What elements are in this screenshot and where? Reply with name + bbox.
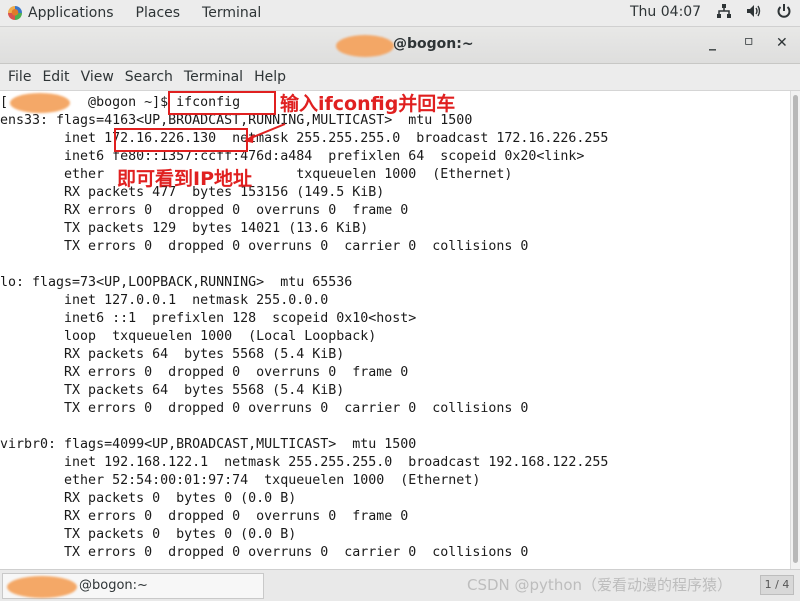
terminal-line: TX errors 0 dropped 0 overruns 0 carrier… bbox=[0, 401, 529, 416]
window-titlebar[interactable]: @bogon:~ _ ▫ ✕ bbox=[0, 27, 800, 64]
terminal-line: lo: flags=73<UP,LOOPBACK,RUNNING> mtu 65… bbox=[0, 275, 353, 290]
command-highlight-box bbox=[168, 91, 276, 115]
menu-help[interactable]: Help bbox=[254, 69, 286, 85]
terminal-line: ether txqueuelen 1000 (Ethernet) bbox=[0, 167, 513, 182]
redacted-username bbox=[336, 35, 394, 57]
applications-menu[interactable]: Applications bbox=[8, 5, 114, 21]
terminal-line: TX packets 64 bytes 5568 (5.4 KiB) bbox=[0, 383, 345, 398]
terminal-line: inet 192.168.122.1 netmask 255.255.255.0… bbox=[0, 455, 609, 470]
taskbar: @bogon:~ CSDN @python（爱看动漫的程序猿） 1 / 4 bbox=[0, 569, 800, 601]
applications-label: Applications bbox=[28, 5, 114, 21]
scrollbar-thumb[interactable] bbox=[793, 95, 798, 563]
volume-icon[interactable] bbox=[746, 3, 762, 19]
applications-icon bbox=[8, 6, 22, 20]
terminal-line: virbr0: flags=4099<UP,BROADCAST,MULTICAS… bbox=[0, 437, 417, 452]
terminal-line: TX packets 129 bytes 14021 (13.6 KiB) bbox=[0, 221, 369, 236]
clock[interactable]: Thu 04:07 bbox=[630, 4, 701, 20]
terminal-scrollbar[interactable] bbox=[790, 91, 800, 569]
redacted-task-user bbox=[7, 576, 77, 598]
close-button[interactable]: ✕ bbox=[776, 35, 788, 51]
command-annotation: 输入ifconfig并回车 bbox=[280, 93, 456, 115]
taskbar-item-label: @bogon:~ bbox=[79, 578, 148, 593]
menu-bar: File Edit View Search Terminal Help bbox=[0, 64, 800, 91]
watermark: CSDN @python（爱看动漫的程序猿） bbox=[467, 576, 733, 594]
power-icon[interactable] bbox=[776, 3, 792, 19]
menu-search[interactable]: Search bbox=[125, 69, 173, 85]
menu-view[interactable]: View bbox=[81, 69, 114, 85]
terminal-line: RX errors 0 dropped 0 overruns 0 frame 0 bbox=[0, 365, 409, 380]
terminal-line: RX errors 0 dropped 0 overruns 0 frame 0 bbox=[0, 509, 409, 524]
places-menu[interactable]: Places bbox=[136, 5, 181, 21]
terminal-line: RX packets 64 bytes 5568 (5.4 KiB) bbox=[0, 347, 345, 362]
terminal-line: RX packets 0 bytes 0 (0.0 B) bbox=[0, 491, 297, 506]
terminal-line: inet 127.0.0.1 netmask 255.0.0.0 bbox=[0, 293, 329, 308]
top-bar: Applications Places Terminal Thu 04:07 bbox=[0, 0, 800, 27]
terminal-menu[interactable]: Terminal bbox=[202, 5, 261, 21]
maximize-button[interactable]: ▫ bbox=[744, 33, 754, 49]
menu-file[interactable]: File bbox=[8, 69, 31, 85]
taskbar-terminal-item[interactable]: @bogon:~ bbox=[2, 573, 264, 599]
redacted-prompt-user bbox=[10, 93, 70, 113]
terminal-line: TX errors 0 dropped 0 overruns 0 carrier… bbox=[0, 239, 529, 254]
menu-terminal[interactable]: Terminal bbox=[184, 69, 243, 85]
terminal-line: TX errors 0 dropped 0 overruns 0 carrier… bbox=[0, 545, 529, 560]
terminal-line: inet6 ::1 prefixlen 128 scopeid 0x10<hos… bbox=[0, 311, 417, 326]
terminal-line: loop txqueuelen 1000 (Local Loopback) bbox=[0, 329, 377, 344]
terminal-line: TX packets 0 bytes 0 (0.0 B) bbox=[0, 527, 297, 542]
terminal-line: inet 172.16.226.130 netmask 255.255.255.… bbox=[0, 131, 609, 146]
window-title: @bogon:~ bbox=[393, 36, 474, 52]
ip-highlight-box bbox=[114, 128, 248, 152]
terminal-output[interactable]: [ @bogon ~]$ ifconfig ens33: flags=4163<… bbox=[0, 91, 790, 569]
system-tray[interactable] bbox=[716, 3, 792, 19]
menu-edit[interactable]: Edit bbox=[42, 69, 69, 85]
network-icon[interactable] bbox=[716, 3, 732, 19]
minimize-button[interactable]: _ bbox=[709, 35, 716, 51]
workspace-pager[interactable]: 1 / 4 bbox=[760, 575, 794, 595]
terminal-line: RX errors 0 dropped 0 overruns 0 frame 0 bbox=[0, 203, 409, 218]
annotation-arrow-icon bbox=[244, 123, 286, 143]
ip-annotation: 即可看到IP地址 bbox=[117, 168, 252, 190]
terminal-line: ether 52:54:00:01:97:74 txqueuelen 1000 … bbox=[0, 473, 481, 488]
